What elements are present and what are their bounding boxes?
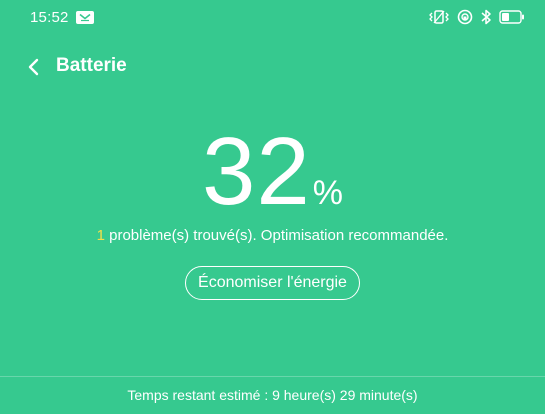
page-title: Batterie [56, 55, 127, 76]
status-time: 15:52 [30, 9, 69, 26]
vibrate-icon [428, 9, 450, 25]
problem-count: 1 [96, 227, 105, 244]
hotspot-icon [457, 9, 473, 25]
percent-sign: % [312, 174, 343, 212]
battery-screen: 15:52 Batterie 32% 1 problème(s) trouvé(… [0, 0, 545, 414]
message-icon [76, 11, 94, 24]
remaining-time-estimate: Temps restant estimé : 9 heure(s) 29 min… [127, 387, 418, 403]
status-bar: 15:52 [0, 0, 545, 34]
problem-text: problème(s) trouvé(s). Optimisation reco… [104, 227, 449, 244]
problem-summary: 1 problème(s) trouvé(s). Optimisation re… [0, 227, 545, 244]
battery-level-value: 32 [201, 118, 311, 225]
status-icons [428, 8, 525, 26]
back-button[interactable] [24, 56, 46, 78]
battery-icon [499, 10, 525, 24]
save-button-container: Économiser l'énergie [0, 266, 545, 300]
bluetooth-icon [480, 9, 492, 25]
battery-level-display: 32% [0, 124, 545, 224]
save-energy-button[interactable]: Économiser l'énergie [185, 266, 360, 300]
app-header: Batterie [0, 52, 545, 82]
chevron-left-icon [24, 58, 46, 82]
footer-divider [0, 376, 545, 377]
